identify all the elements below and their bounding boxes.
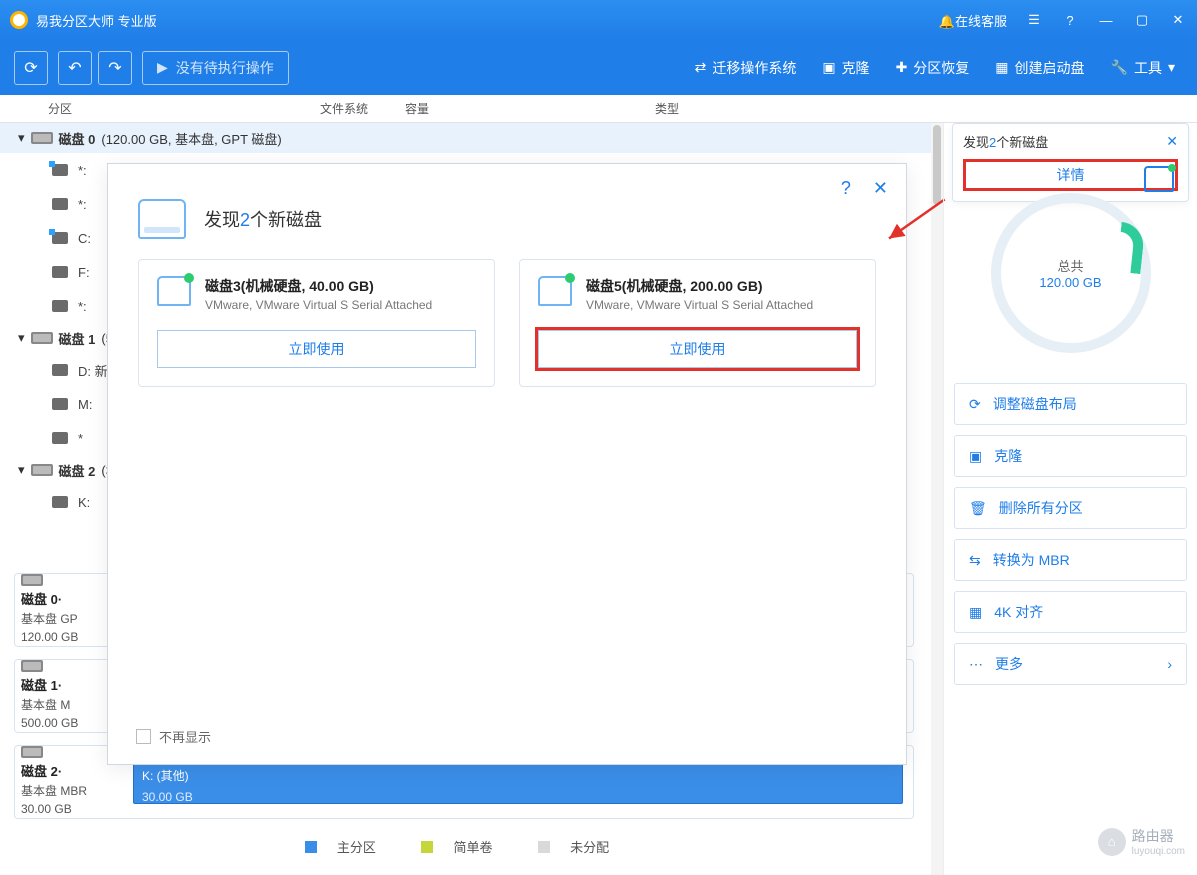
recover-button[interactable]: ✚ 分区恢复	[888, 58, 978, 78]
col-partition: 分区	[48, 100, 320, 117]
modal-close-icon[interactable]: ✕	[873, 178, 888, 199]
volume-icon	[52, 198, 68, 210]
disk-icon	[1144, 166, 1174, 192]
volume-icon	[52, 300, 68, 312]
disk-large-icon	[138, 199, 186, 239]
app-title: 易我分区大师 专业版	[36, 11, 157, 30]
menu-icon[interactable]: ☰	[1025, 12, 1043, 28]
use-now-button[interactable]: 立即使用	[538, 330, 857, 368]
volume-icon	[52, 266, 68, 278]
col-capacity: 容量	[405, 100, 655, 117]
more-icon: ⋯	[969, 656, 983, 673]
close-button[interactable]: ✕	[1169, 12, 1187, 28]
volume-icon	[52, 496, 68, 508]
volume-icon	[52, 164, 68, 176]
support-link[interactable]: 🔔在线客服	[939, 11, 1007, 30]
adjust-layout-button[interactable]: ⟳调整磁盘布局	[954, 383, 1187, 425]
noshow-checkbox[interactable]	[136, 729, 151, 744]
volume-icon	[52, 398, 68, 410]
new-disk-card: 磁盘5(机械硬盘, 200.00 GB)VMware, VMware Virtu…	[519, 259, 876, 387]
watermark: ⌂ 路由器luyouqi.com	[1098, 826, 1185, 857]
watermark-icon: ⌂	[1098, 828, 1126, 856]
modal-help-icon[interactable]: ?	[841, 178, 851, 199]
chevron-right-icon: ›	[1167, 656, 1172, 672]
maximize-button[interactable]: ▢	[1133, 12, 1151, 28]
disk-icon	[31, 132, 53, 144]
disk-icon	[21, 660, 43, 672]
noshow-label: 不再显示	[159, 727, 211, 746]
disk-icon	[31, 332, 53, 344]
refresh-icon: ⟳	[969, 396, 981, 413]
disk-icon	[157, 276, 191, 306]
pending-ops: ▶没有待执行操作	[142, 51, 289, 85]
title-bar: 易我分区大师 专业版 🔔在线客服 ☰ ? — ▢ ✕	[0, 0, 1197, 40]
tools-button[interactable]: 🔧 工具 ▾	[1103, 58, 1183, 78]
align-4k-button[interactable]: ▦4K 对齐	[954, 591, 1187, 633]
app-logo	[10, 11, 28, 29]
help-icon[interactable]: ?	[1061, 13, 1079, 28]
usage-gauge: 总共 120.00 GB	[991, 193, 1151, 353]
modal-title: 发现2个新磁盘	[204, 206, 322, 232]
convert-mbr-button[interactable]: ⇆转换为 MBR	[954, 539, 1187, 581]
scrollbar[interactable]	[931, 123, 943, 875]
new-disk-card: 磁盘3(机械硬盘, 40.00 GB)VMware, VMware Virtua…	[138, 259, 495, 387]
new-disk-popup: 发现2个新磁盘 ✕ 详情	[952, 123, 1189, 202]
trash-icon: 🗑	[969, 500, 987, 517]
undo-button[interactable]: ↶	[58, 51, 92, 85]
toolbar: ⟳ ↶ ↷ ▶没有待执行操作 ⇄ 迁移操作系统 ▣ 克隆 ✚ 分区恢复 ▦ 创建…	[0, 40, 1197, 95]
clone-icon: ▣	[969, 448, 982, 465]
delete-all-button[interactable]: 🗑删除所有分区	[954, 487, 1187, 529]
volume-icon	[52, 232, 68, 244]
disk-icon	[538, 276, 572, 306]
more-button[interactable]: ⋯更多›	[954, 643, 1187, 685]
use-now-button[interactable]: 立即使用	[157, 330, 476, 368]
disk-icon	[21, 746, 43, 758]
col-fs: 文件系统	[320, 100, 405, 117]
disk-icon	[21, 574, 43, 586]
volume-icon	[52, 364, 68, 376]
refresh-button[interactable]: ⟳	[14, 51, 48, 85]
clone-button[interactable]: ▣ 克隆	[814, 58, 877, 78]
migrate-os-button[interactable]: ⇄ 迁移操作系统	[687, 58, 805, 78]
minimize-button[interactable]: —	[1097, 13, 1115, 28]
popup-close-icon[interactable]: ✕	[1166, 133, 1178, 150]
disk-icon	[31, 464, 53, 476]
new-disk-modal: ? ✕ 发现2个新磁盘 磁盘3(机械硬盘, 40.00 GB)VMware, V…	[107, 163, 907, 765]
popup-title: 发现2个新磁盘	[963, 132, 1048, 151]
convert-icon: ⇆	[969, 552, 981, 569]
legend: 主分区 简单卷 未分配	[14, 831, 914, 866]
align-icon: ▦	[969, 604, 982, 621]
column-headers: 分区 文件系统 容量 类型	[0, 95, 1197, 123]
volume-icon	[52, 432, 68, 444]
disk-row[interactable]: ▾ 磁盘 0(120.00 GB, 基本盘, GPT 磁盘)	[0, 123, 943, 153]
clone-button[interactable]: ▣克隆	[954, 435, 1187, 477]
partition-bar[interactable]: K: (其他) 30.00 GB	[133, 760, 903, 804]
side-panel: 发现2个新磁盘 ✕ 详情 总共 120.00 GB ⟳调整磁盘布局 ▣克隆 🗑删…	[943, 123, 1197, 875]
redo-button[interactable]: ↷	[98, 51, 132, 85]
col-type: 类型	[655, 100, 1197, 117]
bootdisk-button[interactable]: ▦ 创建启动盘	[987, 58, 1092, 78]
